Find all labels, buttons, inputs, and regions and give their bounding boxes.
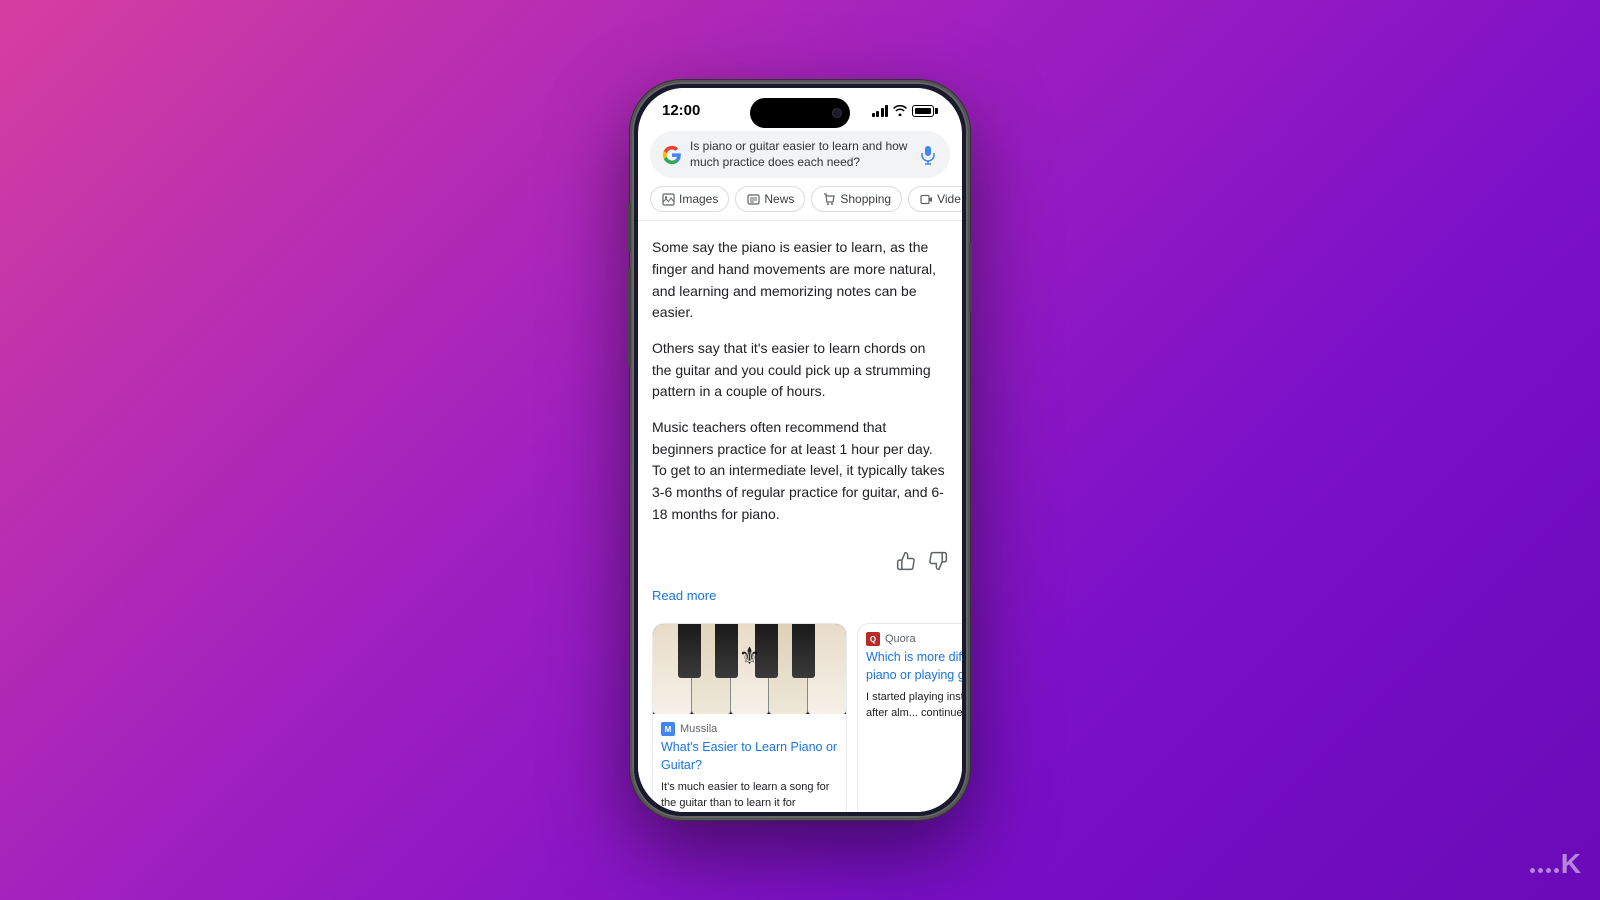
piano-visual: ⚜ — [653, 624, 846, 714]
tab-shopping-label: Shopping — [840, 192, 891, 206]
card-snippet-mussila: It's much easier to learn a song for the… — [653, 780, 846, 812]
card-source-quora: Q Quora — [858, 624, 962, 649]
battery-icon — [912, 105, 938, 117]
card-source-mussila: M Mussila — [653, 714, 846, 739]
camera-dot — [832, 108, 842, 118]
wifi-icon — [893, 103, 907, 119]
answer-section: Some say the piano is easier to learn, a… — [638, 221, 962, 547]
microphone-icon[interactable] — [918, 145, 938, 165]
quora-source-name: Quora — [885, 633, 916, 645]
tab-images[interactable]: Images — [650, 186, 729, 212]
card-snippet-quora: I started playing instruments th... now,… — [858, 690, 962, 729]
status-icons — [872, 103, 939, 119]
card-title-quora: Which is more difficult, playing piano o… — [858, 649, 962, 690]
piano-decoration: ⚜ — [739, 642, 761, 671]
filter-tabs: Images News — [638, 178, 962, 221]
content-area: Some say the piano is easier to learn, a… — [638, 221, 962, 812]
quora-favicon: Q — [866, 632, 880, 646]
phone-screen: 12:00 — [638, 88, 962, 812]
search-query: Is piano or guitar easier to learn and h… — [690, 139, 910, 170]
mussila-favicon: M — [661, 722, 675, 736]
phone-mockup: 12:00 — [630, 80, 970, 820]
tab-images-label: Images — [679, 192, 718, 206]
paragraph-2: Others say that it's easier to learn cho… — [652, 338, 948, 403]
read-more-link[interactable]: Read more — [638, 584, 962, 615]
tab-videos-label: Vide… — [937, 192, 962, 206]
mussila-source-name: Mussila — [680, 723, 717, 735]
shopping-tab-icon — [822, 192, 836, 206]
google-logo-icon — [662, 145, 682, 165]
watermark-dots — [1530, 868, 1559, 873]
status-time: 12:00 — [662, 102, 700, 119]
tab-news-label: News — [764, 192, 794, 206]
images-tab-icon — [661, 192, 675, 206]
signal-icon — [872, 105, 889, 117]
thumbs-down-button[interactable] — [928, 551, 948, 576]
tab-videos[interactable]: Vide… — [908, 186, 962, 212]
paragraph-1: Some say the piano is easier to learn, a… — [652, 237, 948, 324]
watermark: K — [1530, 848, 1580, 880]
paragraph-3: Music teachers often recommend that begi… — [652, 417, 948, 525]
news-tab-icon — [746, 192, 760, 206]
source-cards: ⚜ M Mussila What's Easier to Learn Piano… — [638, 615, 962, 812]
watermark-letter: K — [1561, 848, 1580, 879]
card-image-piano: ⚜ — [653, 624, 846, 714]
status-bar: 12:00 — [638, 88, 962, 127]
tab-shopping[interactable]: Shopping — [811, 186, 902, 212]
dynamic-island — [750, 98, 850, 128]
search-bar[interactable]: Is piano or guitar easier to learn and h… — [650, 131, 950, 178]
card-quora[interactable]: Q Quora Which is more difficult, playing… — [857, 623, 962, 812]
videos-tab-icon — [919, 192, 933, 206]
card-title-mussila: What's Easier to Learn Piano or Guitar? — [653, 739, 846, 780]
feedback-row — [638, 547, 962, 584]
thumbs-up-button[interactable] — [896, 551, 916, 576]
card-mussila[interactable]: ⚜ M Mussila What's Easier to Learn Piano… — [652, 623, 847, 812]
tab-news[interactable]: News — [735, 186, 805, 212]
